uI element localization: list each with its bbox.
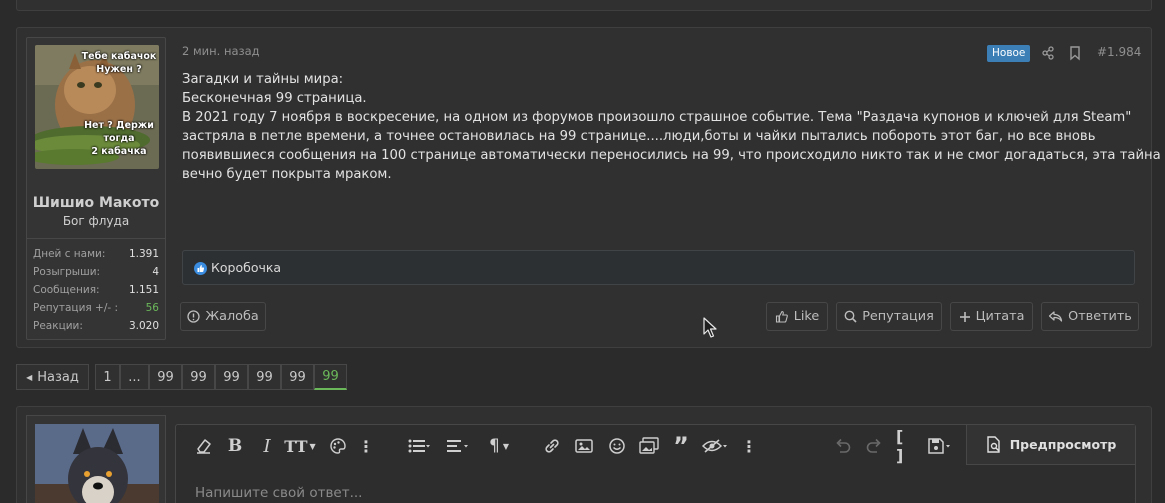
stat-row: Репутация +/- : 56: [33, 299, 159, 317]
username[interactable]: Шишио Макото: [27, 195, 165, 211]
stat-value: 1.391: [128, 248, 159, 260]
new-badge: Новое: [987, 45, 1031, 62]
list-icon[interactable]: [403, 436, 435, 456]
pagination-prev-label: Назад: [37, 369, 79, 385]
preview-button[interactable]: Предпросмотр: [966, 425, 1135, 465]
stat-row: Сообщения: 1.151: [33, 281, 159, 299]
pagination-ellipsis[interactable]: ...: [120, 364, 149, 390]
reply-input-placeholder[interactable]: Напишите свой ответ...: [195, 485, 362, 501]
bookmark-icon[interactable]: [1068, 45, 1082, 61]
stat-row: Дней с нами: 1.391: [33, 245, 159, 263]
align-icon[interactable]: [442, 436, 474, 456]
bbcode-toggle-icon[interactable]: [ ]: [896, 427, 916, 465]
link-icon[interactable]: [542, 436, 562, 456]
bold-icon[interactable]: B: [225, 436, 245, 456]
forum-post: Тебе кабачок Нужен ? Нет ? Держи тогда 2 ка…: [16, 27, 1161, 348]
post-text-line: появившиеся сообщения на 100 странице ав…: [182, 148, 1161, 163]
stat-label: Реакции:: [33, 320, 83, 332]
reply-user-card: [26, 415, 166, 503]
stat-label: Розыгрыши:: [33, 266, 101, 278]
editor-toolbar: B I TT ▼ ⋮ ¶ ▼ ” ⋮ [ ] Предпросмотр: [176, 425, 1135, 465]
stat-value: 1.151: [128, 284, 159, 296]
avatar[interactable]: [35, 424, 159, 503]
user-stats: Дней с нами: 1.391 Розыгрыши: 4 Сообщения:…: [27, 238, 165, 335]
text-size-icon[interactable]: TT ▼: [284, 436, 316, 456]
post-text-line: вечно будет покрыта мраком.: [182, 167, 392, 182]
palette-icon[interactable]: [328, 436, 348, 456]
reply-editor[interactable]: B I TT ▼ ⋮ ¶ ▼ ” ⋮ [ ] Предпросмотр Напиши…: [175, 424, 1136, 503]
like-label: Like: [793, 309, 820, 324]
more-vertical-icon[interactable]: ⋮: [356, 436, 376, 456]
report-label: Жалоба: [205, 309, 259, 324]
stat-label: Дней с нами:: [33, 248, 106, 260]
quote-icon[interactable]: ”: [671, 434, 691, 458]
pagination-page[interactable]: 99: [215, 364, 248, 390]
stat-value: 4: [152, 266, 159, 278]
reputation-label: Репутация: [862, 309, 934, 324]
post-text-line: застряла в петле времени, а точнее остан…: [182, 129, 1096, 144]
redo-icon[interactable]: [864, 436, 884, 456]
reputation-button[interactable]: Репутация: [836, 302, 942, 331]
pagination-page[interactable]: 99: [281, 364, 314, 390]
post-timestamp[interactable]: 2 мин. назад: [182, 44, 260, 58]
pagination-page[interactable]: 99: [182, 364, 215, 390]
report-icon: [187, 310, 200, 323]
smiley-icon[interactable]: [607, 436, 627, 456]
undo-icon[interactable]: [833, 436, 853, 456]
stat-label: Репутация +/- :: [33, 302, 119, 314]
post-text-line: В 2021 году 7 ноября в воскресение, на о…: [182, 110, 1132, 125]
like-reaction-icon: [194, 262, 207, 275]
italic-icon[interactable]: I: [257, 436, 277, 457]
avatar-caption-bottom: Нет ? Держи тогда 2 кабачка: [84, 120, 154, 157]
thumbs-up-icon: [775, 310, 788, 323]
preview-document-icon: [987, 435, 1000, 453]
previous-post-fragment: [16, 0, 1152, 11]
plus-icon: [959, 311, 970, 322]
avatar-caption-top: Тебе кабачок Нужен ?: [81, 51, 157, 75]
reply-arrow-icon: [1049, 311, 1063, 322]
search-icon: [844, 310, 857, 323]
report-button[interactable]: Жалоба: [180, 302, 266, 331]
user-card: Тебе кабачок Нужен ? Нет ? Держи тогда 2 ка…: [26, 37, 166, 340]
pagination-page-current[interactable]: 99: [314, 364, 347, 390]
reply-label: Ответить: [1068, 309, 1132, 324]
media-gallery-icon[interactable]: [639, 436, 659, 456]
pagination-prev-button[interactable]: ◀ Назад: [16, 364, 89, 390]
stat-value: 3.020: [128, 320, 159, 332]
pagination-page[interactable]: 99: [248, 364, 281, 390]
mouse-cursor-icon: [703, 317, 717, 339]
avatar[interactable]: Тебе кабачок Нужен ? Нет ? Держи тогда 2 ка…: [35, 45, 159, 169]
quote-label: Цитата: [975, 309, 1025, 324]
paragraph-icon[interactable]: ¶ ▼: [483, 436, 515, 456]
quote-button[interactable]: Цитата: [950, 302, 1033, 331]
save-draft-icon[interactable]: [925, 436, 955, 456]
image-icon[interactable]: [574, 436, 594, 456]
reply-button[interactable]: Ответить: [1041, 302, 1139, 331]
post-body: Загадки и тайны мира: Бесконечная 99 стр…: [182, 70, 1161, 184]
pagination-page[interactable]: 1: [95, 364, 120, 390]
user-title: Бог флуда: [62, 214, 130, 228]
reactions-user-list[interactable]: Коробочка: [211, 260, 281, 275]
post-number-link[interactable]: #1.984: [1097, 45, 1141, 59]
preview-label: Предпросмотр: [1009, 437, 1117, 452]
caret-left-icon: ◀: [26, 372, 33, 382]
quick-reply-box: B I TT ▼ ⋮ ¶ ▼ ” ⋮ [ ] Предпросмотр Напиши…: [16, 406, 1152, 503]
stat-label: Сообщения:: [33, 284, 100, 296]
stat-row: Розыгрыши: 4: [33, 263, 159, 281]
like-button[interactable]: Like: [766, 302, 828, 331]
reactions-bar[interactable]: Коробочка: [182, 250, 1135, 285]
eraser-icon[interactable]: [194, 436, 214, 456]
post-text-line: Загадки и тайны мира:: [182, 72, 344, 87]
avatar-dog-image: [35, 424, 159, 503]
post-text-line: Бесконечная 99 страница.: [182, 91, 367, 106]
spoiler-hide-icon[interactable]: [698, 436, 732, 456]
stat-row: Реакции: 3.020: [33, 317, 159, 335]
share-icon[interactable]: [1041, 45, 1055, 61]
stat-value: 56: [145, 302, 159, 314]
more-vertical-icon[interactable]: ⋮: [739, 436, 759, 456]
pagination-page[interactable]: 99: [149, 364, 182, 390]
